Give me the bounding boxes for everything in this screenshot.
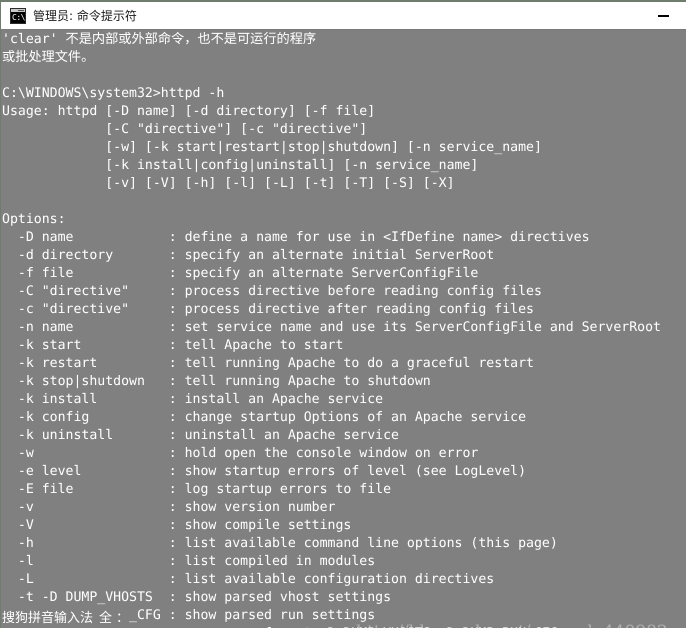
command-prompt-window: C:\ 管理员: 命令提示符 'clear' 不是内部或外部命令，也不是可运行的… <box>0 0 686 628</box>
minimize-icon <box>657 14 669 17</box>
ime-name-label: 搜狗拼音输入法 <box>2 611 94 626</box>
ime-punctuation-toggle[interactable]: ： <box>116 611 129 626</box>
ime-mode-toggle[interactable]: 全 <box>99 611 112 626</box>
cmd-icon[interactable]: C:\ <box>10 7 26 24</box>
ime-status-bar[interactable]: 搜狗拼音输入法 全 ： <box>1 608 130 628</box>
minimize-button[interactable] <box>640 2 686 29</box>
window-title: 管理员: 命令提示符 <box>33 8 137 23</box>
window-titlebar[interactable]: C:\ 管理员: 命令提示符 <box>1 2 686 30</box>
cmd-icon-titlestrip <box>11 8 25 12</box>
cmd-icon-prompt-glyph: C:\ <box>12 12 25 22</box>
window-controls <box>640 2 686 29</box>
console-text: 'clear' 不是内部或外部命令，也不是可运行的程序 或批处理文件。 C:\W… <box>2 32 661 628</box>
console-output-area[interactable]: 'clear' 不是内部或外部命令，也不是可运行的程序 或批处理文件。 C:\W… <box>1 30 686 628</box>
